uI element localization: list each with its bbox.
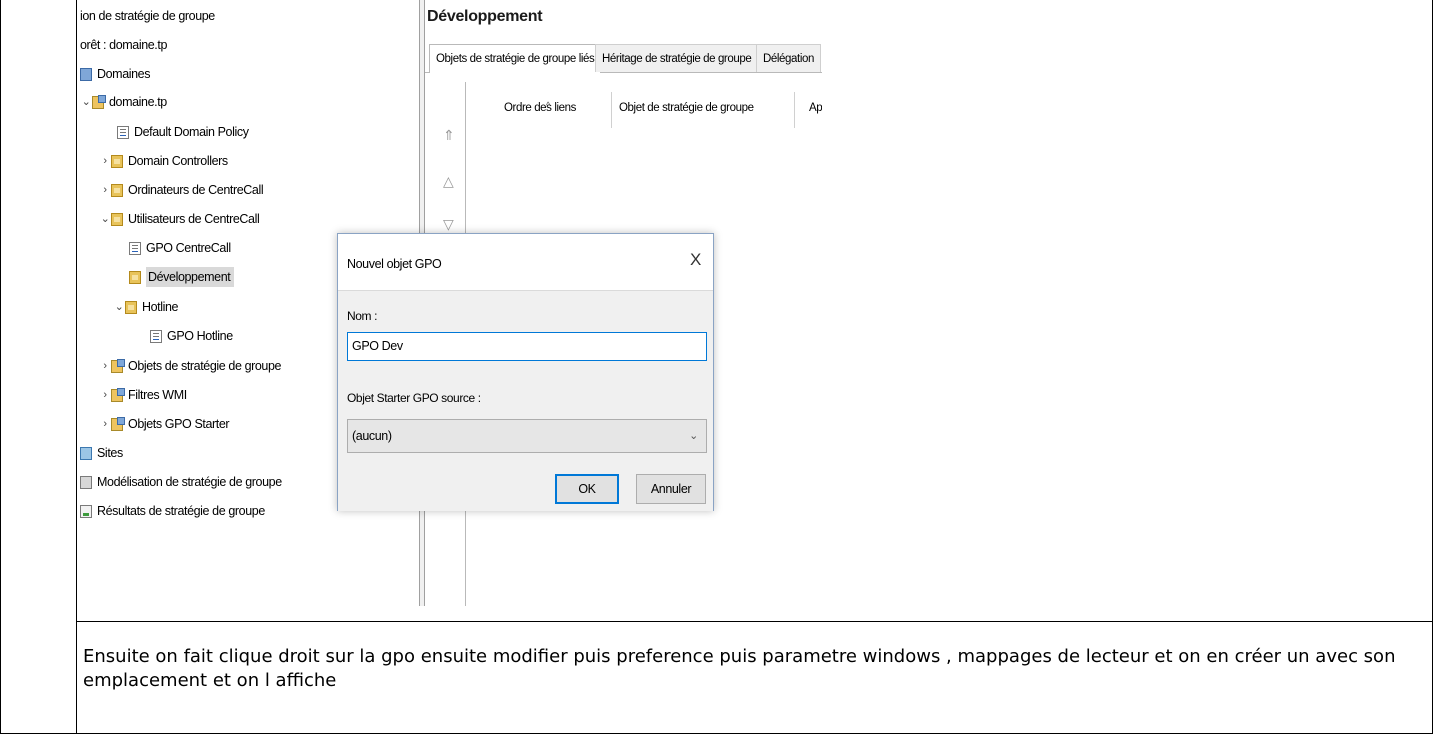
ou-folder-icon [111,183,123,197]
tree-item-domain-controllers[interactable]: › Domain Controllers [99,151,228,171]
move-up-icon[interactable]: △ [443,173,454,190]
starter-gpo-select[interactable]: (aucun) ⌄ [347,419,707,453]
tree-item-label: Domaines [97,67,151,81]
tab-delegation[interactable]: Délégation [756,44,821,72]
domain-icon [92,94,106,109]
close-icon[interactable]: X [690,250,701,270]
column-header-gpo[interactable]: Objet de stratégie de groupe [619,102,754,114]
gpo-name-input[interactable]: GPO Dev [347,332,707,361]
tree-item-label: Résultats de stratégie de groupe [97,504,265,518]
tree-item-objets-strategie[interactable]: › Objets de stratégie de groupe [99,356,281,376]
tree-item-hotline[interactable]: ⌄ Hotline [113,297,179,317]
tree-item-label: domaine.tp [109,95,167,109]
tree-item-label: Domain Controllers [128,154,228,168]
chevron-right-icon[interactable]: › [99,151,111,171]
ou-folder-icon [125,300,137,314]
tab-inheritance[interactable]: Héritage de stratégie de groupe [595,44,759,72]
chevron-down-icon[interactable]: ⌄ [113,297,125,317]
tree-item-label: Hotline [142,300,179,314]
tree-item-default-domain-policy[interactable]: Default Domain Policy [117,122,249,142]
tree-item-gpo-centrecall[interactable]: GPO CentreCall [129,238,231,258]
move-to-top-icon[interactable]: ⇑ [443,127,455,144]
chevron-down-icon: ⌄ [689,430,698,442]
chevron-down-icon[interactable]: ⌄ [99,209,111,229]
tree-item-gpmc-root[interactable]: ion de stratégie de groupe [80,6,215,26]
gpo-container-icon [111,358,125,373]
details-tabs: Objets de stratégie de groupe liés Hérit… [425,44,822,73]
tree-item-gpo-hotline[interactable]: GPO Hotline [150,326,233,346]
chevron-right-icon[interactable]: › [99,385,111,405]
tree-item-label: Default Domain Policy [134,125,249,139]
gpo-link-icon [117,125,129,139]
tree-item-modelisation[interactable]: Modélisation de stratégie de groupe [80,472,282,492]
tree-item-label: Objets de stratégie de groupe [128,359,282,373]
caption-text: Ensuite on fait clique droit sur la gpo … [83,646,1396,691]
gpo-link-icon [129,241,141,255]
tree-item-objets-gpo-starter[interactable]: › Objets GPO Starter [99,414,230,434]
tree-item-utilisateurs-centrecall[interactable]: ⌄ Utilisateurs de CentreCall [99,209,260,229]
tree-item-label: Développement [146,267,235,287]
name-label: Nom : [347,309,378,323]
tree-item-label: ion de stratégie de groupe [80,9,215,23]
tree-item-developpement[interactable]: Développement [129,267,235,287]
tree-item-label: Sites [97,446,123,460]
ou-folder-icon [111,212,123,226]
tree-item-label: Utilisateurs de CentreCall [128,212,260,226]
starter-gpo-icon [111,416,125,431]
cancel-button[interactable]: Annuler [636,474,706,504]
column-header-applied[interactable]: Ap [809,102,822,114]
details-title: Développement [427,8,543,25]
tree-item-sites[interactable]: Sites [80,443,123,463]
sort-ascending-icon: ^ [546,100,550,110]
chevron-right-icon[interactable]: › [99,356,111,376]
tree-item-label: Ordinateurs de CentreCall [128,183,264,197]
column-header-link-order[interactable]: ^ Ordre des liens [504,100,576,114]
tree-item-filtres-wmi[interactable]: › Filtres WMI [99,385,187,405]
modeling-icon [80,475,92,489]
dialog-body: Nom : GPO Dev Objet Starter GPO source :… [338,290,713,511]
ok-button[interactable]: OK [555,474,619,504]
tree-item-domains[interactable]: Domaines [80,64,150,84]
results-icon [80,504,92,518]
tree-item-forest[interactable]: orêt : domaine.tp [80,35,167,55]
tree-item-label: orêt : domaine.tp [80,38,168,52]
wmi-filter-icon [111,387,125,402]
starter-gpo-label: Objet Starter GPO source : [347,391,481,405]
tree-item-label: GPO Hotline [167,329,233,343]
column-separator[interactable] [611,92,612,128]
tab-linked-gpos[interactable]: Objets de stratégie de groupe liés [429,44,602,73]
column-separator[interactable] [794,92,795,128]
table-row-divider [76,621,1433,622]
chevron-down-icon[interactable]: ⌄ [80,92,92,112]
column-header-label: Ordre des liens [504,102,576,114]
domains-icon [80,67,92,81]
ou-folder-icon [129,270,141,284]
tree-item-label: GPO CentreCall [146,241,231,255]
tree-item-resultats[interactable]: Résultats de stratégie de groupe [80,501,265,521]
gpmc-screenshot: ion de stratégie de groupe orêt : domain… [77,0,822,606]
tree-item-label: Modélisation de stratégie de groupe [97,475,282,489]
sites-icon [80,446,92,460]
new-gpo-dialog: Nouvel objet GPO X Nom : GPO Dev Objet S… [337,233,714,511]
tree-item-label: Filtres WMI [128,388,187,402]
tree-item-label: Objets GPO Starter [128,417,230,431]
ou-folder-icon [111,154,123,168]
chevron-right-icon[interactable]: › [99,414,111,434]
chevron-right-icon[interactable]: › [99,180,111,200]
gpo-link-icon [150,329,162,343]
dialog-title: Nouvel objet GPO [347,257,442,271]
move-down-icon[interactable]: ▽ [443,216,454,233]
starter-gpo-value: (aucun) [352,429,392,443]
tree-item-domaine-tp[interactable]: ⌄ domaine.tp [80,92,167,112]
tree-item-ordinateurs-centrecall[interactable]: › Ordinateurs de CentreCall [99,180,263,200]
